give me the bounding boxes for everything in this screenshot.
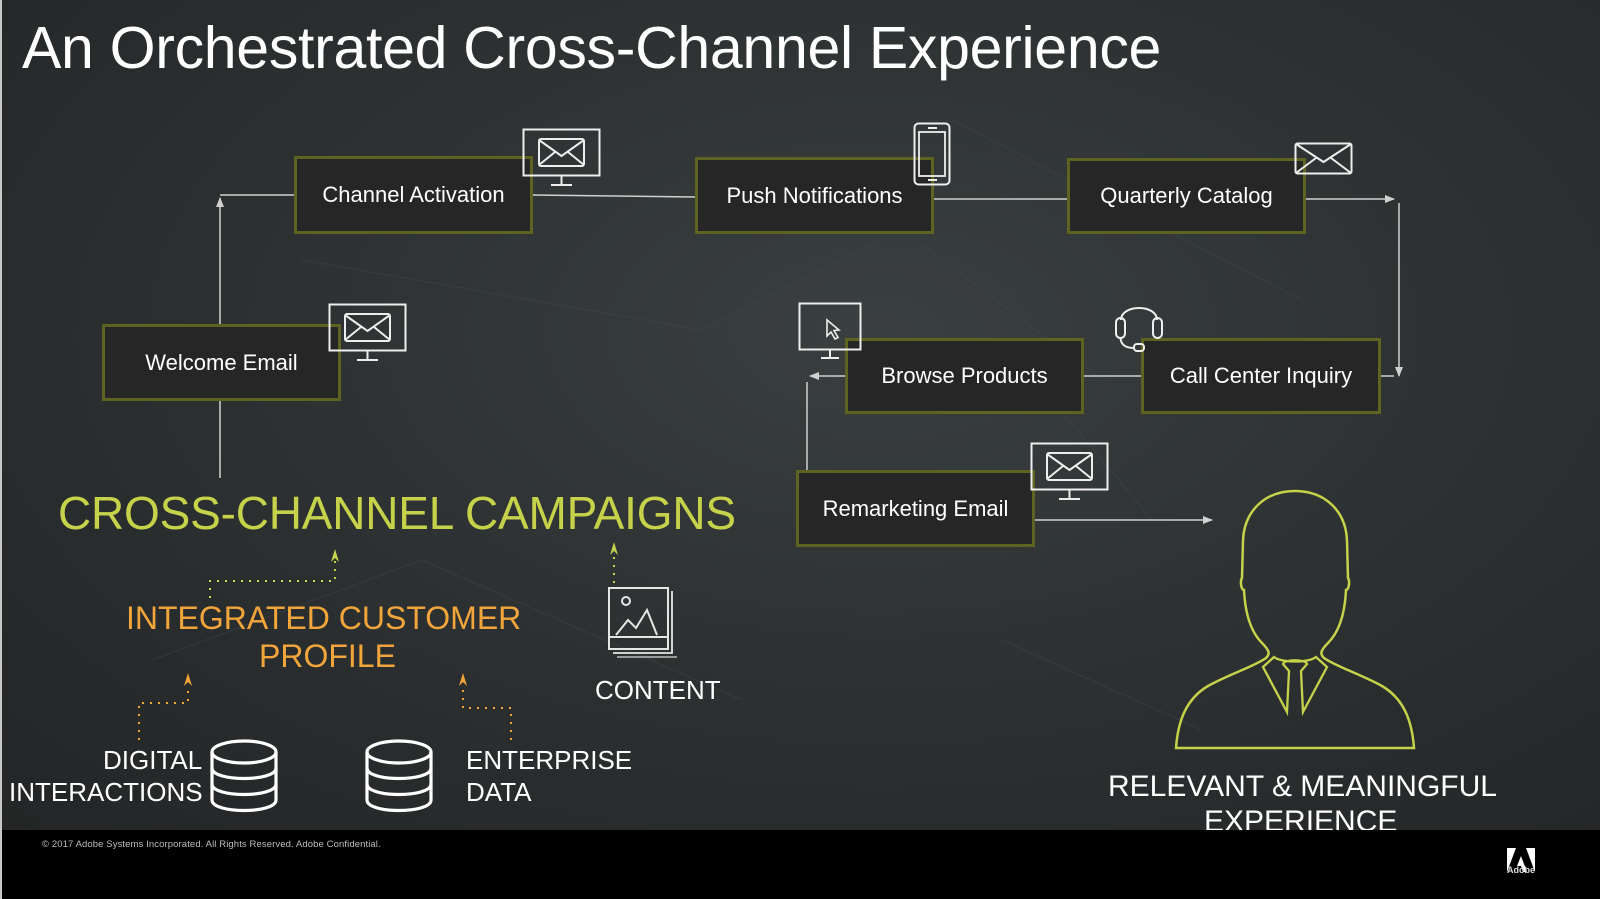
monitor-email-icon xyxy=(522,128,601,186)
dotted-enterprise-to-profile xyxy=(462,686,512,740)
digital-interactions-label-line1: DIGITAL xyxy=(103,745,203,775)
node-welcome-email: Welcome Email xyxy=(102,324,341,401)
integrated-profile-label-line2: PROFILE xyxy=(259,638,396,674)
node-channel-activation: Channel Activation xyxy=(294,156,533,234)
node-remarketing-email: Remarketing Email xyxy=(796,470,1035,547)
node-label: Browse Products xyxy=(881,363,1048,388)
monitor-email-icon xyxy=(1030,442,1109,500)
monitor-cursor-icon xyxy=(798,302,862,359)
connector-channel-to-push xyxy=(531,194,697,198)
slide-title: An Orchestrated Cross-Channel Experience xyxy=(22,15,1162,81)
arrow-digital-to-profile xyxy=(184,673,192,686)
node-browse-products: Browse Products xyxy=(845,338,1084,414)
node-push-notifications: Push Notifications xyxy=(695,157,934,234)
dotted-profile-to-campaigns xyxy=(209,552,336,598)
arrow-enterprise-to-profile xyxy=(459,673,467,686)
arrow-content-to-campaigns xyxy=(610,542,618,555)
experience-label-line2: EXPERIENCE xyxy=(1204,805,1398,830)
database-icon xyxy=(210,739,278,813)
adobe-logo-text: Adobe xyxy=(1507,865,1535,875)
digital-interactions-label-line2: INTERACTIONS xyxy=(9,777,203,807)
arrow-profile-to-campaigns xyxy=(331,549,339,562)
dotted-digital-to-profile xyxy=(138,686,189,740)
node-label: Call Center Inquiry xyxy=(1169,363,1353,388)
footer: © 2017 Adobe Systems Incorporated. All R… xyxy=(2,830,1600,899)
headset-icon xyxy=(1115,307,1163,352)
node-label: Channel Activation xyxy=(322,182,505,207)
node-call-center-inquiry: Call Center Inquiry xyxy=(1141,338,1381,414)
content-label: CONTENT xyxy=(595,675,721,705)
slide: An Orchestrated Cross-Channel Experience… xyxy=(2,0,1600,830)
person-icon xyxy=(1174,489,1416,750)
node-label: Quarterly Catalog xyxy=(1100,183,1273,208)
image-stack-icon xyxy=(608,587,677,658)
node-quarterly-catalog: Quarterly Catalog xyxy=(1067,158,1306,234)
node-label: Welcome Email xyxy=(145,349,298,375)
envelope-icon xyxy=(1294,142,1353,175)
monitor-email-icon xyxy=(328,303,407,361)
experience-label-line1: RELEVANT & MEANINGFUL xyxy=(1108,770,1497,803)
copyright-text: © 2017 Adobe Systems Incorporated. All R… xyxy=(42,839,381,850)
cross-channel-campaigns-label: CROSS-CHANNEL CAMPAIGNS xyxy=(58,487,736,539)
integrated-profile-label-line1: INTEGRATED CUSTOMER xyxy=(126,600,522,636)
database-icon xyxy=(365,739,433,813)
smartphone-icon xyxy=(913,122,951,186)
enterprise-data-label-line2: DATA xyxy=(466,777,532,807)
node-label: Push Notifications xyxy=(726,182,903,208)
enterprise-data-label-line1: ENTERPRISE xyxy=(466,745,633,775)
node-label: Remarketing Email xyxy=(822,495,1009,521)
